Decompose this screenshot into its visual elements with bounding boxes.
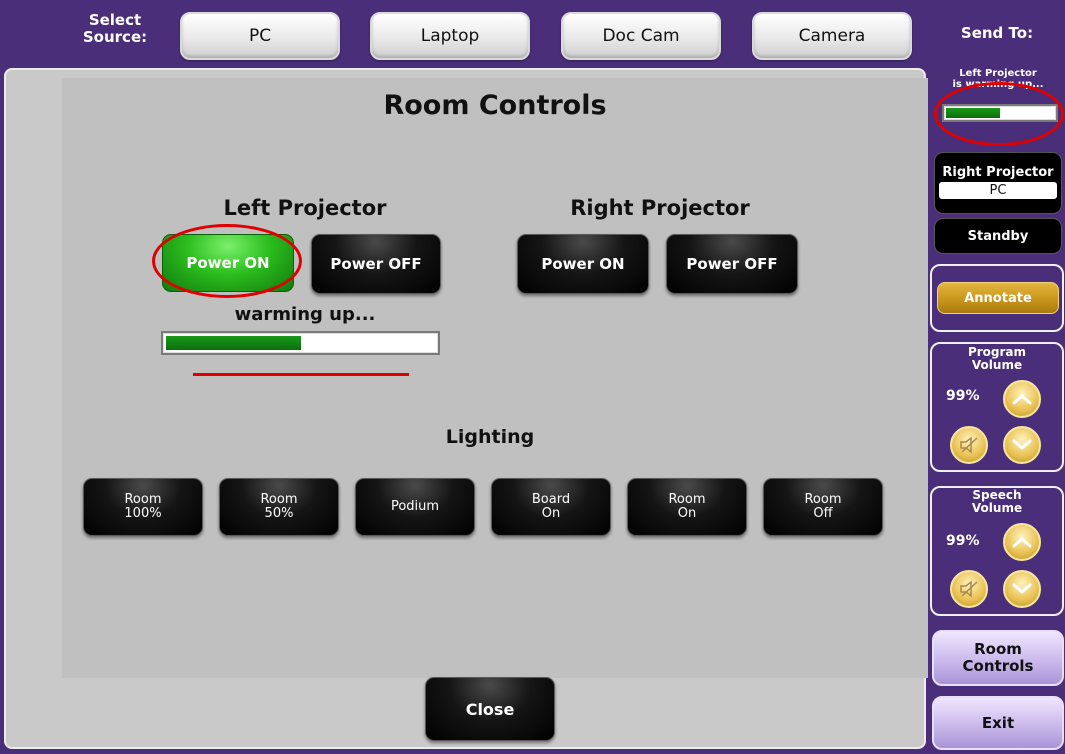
lighting-title: Lighting bbox=[445, 426, 535, 448]
program-volume-down-button[interactable] bbox=[1003, 426, 1041, 464]
speech-volume-down-button[interactable] bbox=[1003, 570, 1041, 608]
progress-fill bbox=[166, 336, 301, 350]
chevron-up-icon bbox=[1012, 537, 1032, 548]
panel-inner-area bbox=[62, 78, 928, 678]
exit-button[interactable]: Exit bbox=[932, 696, 1064, 750]
standby-button[interactable]: Standby bbox=[934, 218, 1062, 254]
left-projector-title: Left Projector bbox=[223, 196, 387, 220]
lighting-board-on-button[interactable]: Board On bbox=[491, 478, 611, 536]
lighting-podium-button[interactable]: Podium bbox=[355, 478, 475, 536]
lighting-room-off-button[interactable]: Room Off bbox=[763, 478, 883, 536]
speech-mute-button[interactable] bbox=[950, 570, 988, 608]
source-button-camera[interactable]: Camera bbox=[752, 12, 912, 60]
highlight-underline bbox=[193, 373, 409, 376]
speech-volume-value: 99% bbox=[946, 533, 980, 549]
right-projector-source-value: PC bbox=[939, 182, 1057, 199]
left-power-off-button[interactable]: Power OFF bbox=[311, 234, 441, 294]
close-button[interactable]: Close bbox=[425, 677, 555, 741]
source-button-doc-cam[interactable]: Doc Cam bbox=[561, 12, 721, 60]
mute-icon bbox=[960, 580, 978, 598]
speech-volume-up-button[interactable] bbox=[1003, 523, 1041, 561]
chevron-down-icon bbox=[1012, 439, 1032, 450]
right-projector-target[interactable]: Right Projector PC bbox=[934, 152, 1062, 214]
sidebar-highlight-circle bbox=[934, 82, 1064, 146]
chevron-down-icon bbox=[1012, 583, 1032, 594]
right-power-on-button[interactable]: Power ON bbox=[517, 234, 649, 294]
select-source-label: Select Source: bbox=[82, 11, 148, 46]
send-to-label: Send To: bbox=[960, 24, 1034, 42]
mute-icon bbox=[960, 436, 978, 454]
lighting-room-on-button[interactable]: Room On bbox=[627, 478, 747, 536]
right-projector-title: Right Projector bbox=[570, 196, 750, 220]
speech-volume-label: Speech Volume bbox=[971, 488, 1023, 515]
chevron-up-icon bbox=[1012, 394, 1032, 405]
lighting-room-100-button[interactable]: Room 100% bbox=[83, 478, 203, 536]
page-title: Room Controls bbox=[383, 90, 607, 121]
right-power-off-button[interactable]: Power OFF bbox=[666, 234, 798, 294]
right-projector-target-label: Right Projector bbox=[942, 165, 1054, 180]
highlight-circle bbox=[152, 224, 302, 298]
standby-label: Standby bbox=[967, 228, 1029, 244]
program-volume-value: 99% bbox=[946, 388, 980, 404]
source-button-laptop[interactable]: Laptop bbox=[370, 12, 530, 60]
lighting-room-50-button[interactable]: Room 50% bbox=[219, 478, 339, 536]
left-projector-status: warming up... bbox=[234, 304, 376, 325]
program-volume-label: Program Volume bbox=[967, 345, 1027, 372]
left-projector-progress-bar bbox=[161, 331, 440, 355]
annotate-button[interactable]: Annotate bbox=[937, 282, 1059, 314]
program-mute-button[interactable] bbox=[950, 426, 988, 464]
room-controls-nav-button[interactable]: Room Controls bbox=[932, 630, 1064, 686]
program-volume-up-button[interactable] bbox=[1003, 380, 1041, 418]
source-button-pc[interactable]: PC bbox=[180, 12, 340, 60]
